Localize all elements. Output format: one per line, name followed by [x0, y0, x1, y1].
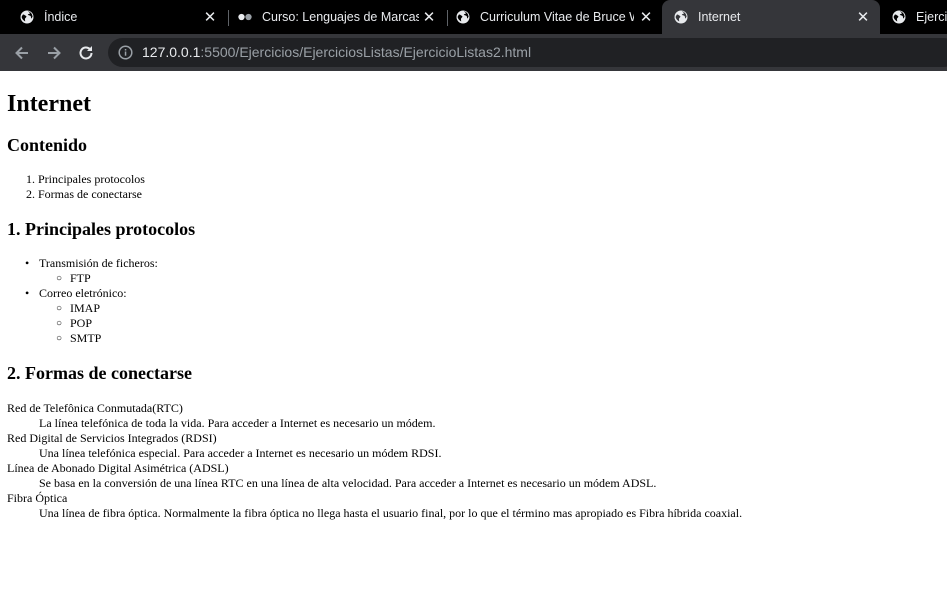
globe-icon [20, 10, 34, 24]
list-item: ○ POP [25, 316, 158, 331]
section2-heading: 2. Formas de conectarse [7, 363, 192, 383]
list-item: ○ IMAP [25, 301, 158, 316]
section1-heading: 1. Principales protocolos [7, 219, 196, 239]
tab-ejercicios[interactable]: Ejercic [880, 0, 947, 34]
close-icon[interactable]: ✕ [202, 9, 218, 25]
tab-title: Ejercic [916, 10, 947, 24]
url-host: 127.0.0.1 [142, 44, 201, 60]
close-icon[interactable]: ✕ [855, 9, 871, 25]
bullet-circle-icon: ○ [56, 273, 63, 284]
connection-description: La línea telefónica de toda la vida. Par… [39, 416, 436, 430]
list-item: 2. Formas de conectarse [26, 187, 142, 201]
tab-indice[interactable]: Índice ✕ [0, 0, 228, 34]
bullet-circle-icon: ○ [56, 333, 63, 344]
contents-item: Formas de conectarse [38, 187, 142, 201]
close-icon[interactable]: ✕ [421, 9, 437, 25]
reload-icon[interactable] [76, 43, 96, 63]
globe-icon [892, 10, 906, 24]
page-content: Internet Contenido 1. Principales protoc… [0, 71, 947, 602]
tab-title: Curso: Lenguajes de Marcas y [262, 10, 419, 24]
connection-term: Red Digital de Servicios Integrados (RDS… [7, 431, 217, 445]
bullet-disc-icon: • [25, 286, 30, 300]
connections-list: Red de Telefônica Conmutada(RTC) La líne… [7, 401, 742, 521]
info-icon[interactable] [118, 45, 133, 60]
url-path: :5500/Ejercicios/EjerciciosListas/Ejerci… [200, 44, 532, 60]
contents-heading: Contenido [7, 135, 88, 155]
forward-arrow-icon[interactable] [44, 43, 64, 63]
connection-description: Se basa en la conversión de una línea RT… [39, 476, 657, 490]
bullet-circle-icon: ○ [56, 303, 63, 314]
protocol-category: Transmisión de ficheros: [39, 256, 158, 270]
tab-curriculum[interactable]: Curriculum Vitae de Bruce Wa ✕ [436, 0, 664, 34]
list-item: ○ SMTP [25, 331, 158, 346]
protocol-category: Correo eletrónico: [39, 286, 127, 300]
bullet-circle-icon: ○ [56, 318, 63, 329]
contents-list: 1. Principales protocolos 2. Formas de c… [26, 172, 145, 202]
list-item: ○ FTP [25, 271, 158, 286]
url-text[interactable]: 127.0.0.1:5500/Ejercicios/EjerciciosList… [142, 45, 531, 60]
tab-title: Curriculum Vitae de Bruce Wa [480, 10, 634, 24]
list-item: • Transmisión de ficheros: [25, 256, 158, 271]
tab-title: Índice [44, 10, 78, 24]
protocols-list: • Transmisión de ficheros: ○ FTP • Corre… [25, 256, 158, 346]
tab-internet[interactable]: Internet ✕ [662, 0, 880, 34]
close-icon[interactable]: ✕ [638, 9, 654, 25]
bullet-disc-icon: • [25, 256, 30, 270]
back-arrow-icon[interactable] [12, 43, 32, 63]
connection-term: Red de Telefônica Conmutada(RTC) [7, 401, 183, 415]
connection-term: Fibra Óptica [7, 491, 68, 505]
browser-toolbar: 127.0.0.1:5500/Ejercicios/EjerciciosList… [0, 34, 947, 71]
tab-title: Internet [698, 10, 741, 24]
connection-description: Una línea telefónica especial. Para acce… [39, 446, 442, 460]
tab-curso[interactable]: Curso: Lenguajes de Marcas y ✕ [218, 0, 446, 34]
list-item: 1. Principales protocolos [26, 172, 145, 186]
list-item: • Correo eletrónico: [25, 286, 158, 301]
page-title: Internet [7, 91, 91, 117]
moodle-dots-icon [238, 13, 252, 21]
connection-description: Una línea de fibra óptica. Normalmente l… [39, 506, 743, 520]
protocol-item: SMTP [70, 331, 102, 345]
protocol-item: FTP [70, 271, 91, 285]
protocol-item: IMAP [70, 301, 101, 315]
globe-icon [674, 10, 688, 24]
tab-strip: Índice ✕ Curso: Lenguajes de Marcas y ✕ … [0, 0, 947, 34]
protocol-item: POP [70, 316, 93, 330]
globe-icon [456, 10, 470, 24]
connection-term: Línea de Abonado Digital Asimétrica (ADS… [7, 461, 229, 475]
address-bar[interactable]: 127.0.0.1:5500/Ejercicios/EjerciciosList… [108, 38, 947, 67]
contents-item: Principales protocolos [38, 172, 145, 186]
